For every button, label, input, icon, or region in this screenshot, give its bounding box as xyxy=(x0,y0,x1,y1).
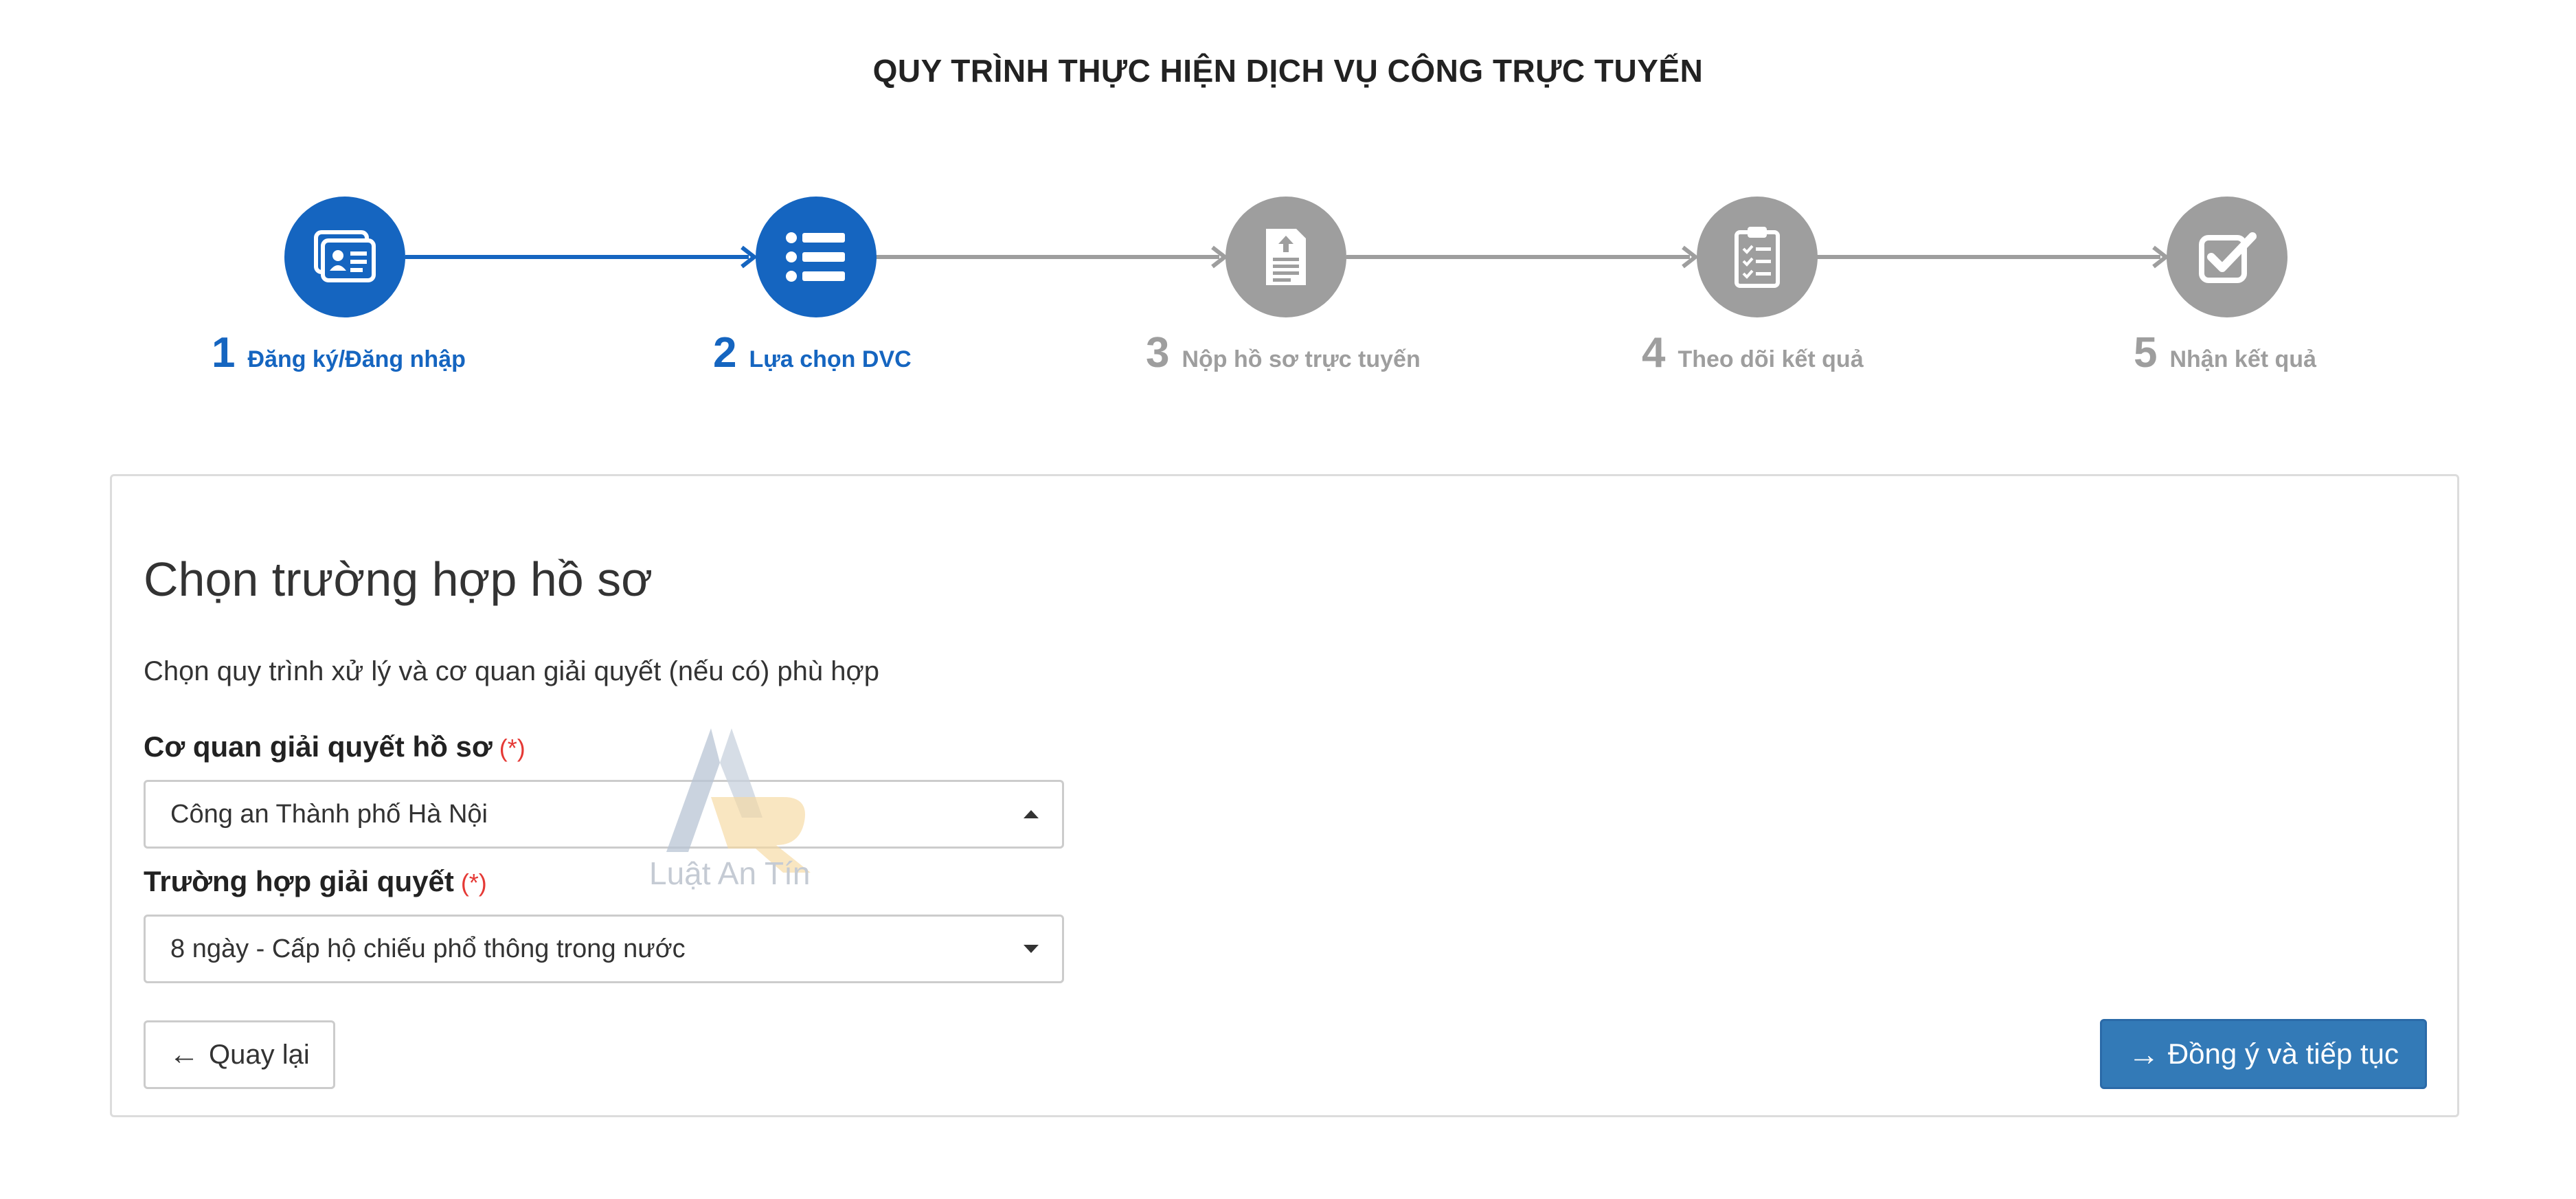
process-stepper: 1 Đăng ký/Đăng nhập 2 Lựa chọn DVC 3 Nộp… xyxy=(0,179,2576,385)
clipboard-checklist-icon xyxy=(1735,227,1780,288)
step-3-number: 3 xyxy=(1146,329,1170,377)
upload-document-icon xyxy=(1266,229,1306,285)
agency-label-text: Cơ quan giải quyết hồ sơ xyxy=(144,730,493,763)
caret-down-icon xyxy=(1024,945,1039,953)
list-icon xyxy=(786,232,845,282)
panel-heading: Chọn trường hợp hồ sơ xyxy=(144,552,653,606)
step-2-circle[interactable] xyxy=(756,197,877,317)
step-5-number: 5 xyxy=(2134,329,2158,377)
step-1-label[interactable]: 1 Đăng ký/Đăng nhập xyxy=(212,328,466,377)
step-4-label: 4 Theo dõi kết quả xyxy=(1642,328,1864,377)
arrow-left-icon: ← xyxy=(169,1038,199,1071)
step-5-label: 5 Nhận kết quả xyxy=(2134,328,2316,377)
agency-select[interactable]: Công an Thành phố Hà Nội xyxy=(144,780,1064,849)
step-5-text: Nhận kết quả xyxy=(2169,346,2316,372)
step-3-circle xyxy=(1225,197,1346,317)
step-1-text: Đăng ký/Đăng nhập xyxy=(247,346,466,372)
required-mark: (*) xyxy=(460,869,487,897)
watermark-text: Luật An Tín xyxy=(649,855,811,891)
case-selection-panel: Chọn trường hợp hồ sơ Chọn quy trình xử … xyxy=(110,474,2459,1117)
case-label-text: Trường hợp giải quyết xyxy=(144,865,454,897)
step-3-text: Nộp hồ sơ trực tuyến xyxy=(1182,346,1421,372)
step-4-text: Theo dõi kết quả xyxy=(1677,346,1864,372)
back-button-label: Quay lại xyxy=(209,1039,310,1070)
step-1-circle[interactable] xyxy=(284,197,405,317)
required-mark: (*) xyxy=(499,734,526,762)
page-title: QUY TRÌNH THỰC HIỆN DỊCH VỤ CÔNG TRỰC TU… xyxy=(872,53,1704,89)
step-5-circle xyxy=(2167,197,2287,317)
arrow-right-icon: → xyxy=(2127,1036,2160,1072)
agree-continue-button[interactable]: → Đồng ý và tiếp tục xyxy=(2099,1019,2427,1089)
step-4-number: 4 xyxy=(1642,329,1666,377)
back-button[interactable]: ← Quay lại xyxy=(144,1020,335,1089)
agree-continue-button-label: Đồng ý và tiếp tục xyxy=(2167,1038,2399,1070)
checkbox-icon xyxy=(2199,232,2257,283)
step-4-circle xyxy=(1697,197,1818,317)
step-2-number: 2 xyxy=(713,329,737,377)
step-1-number: 1 xyxy=(212,329,236,377)
step-2-label[interactable]: 2 Lựa chọn DVC xyxy=(713,328,912,377)
case-field-label: Trường hợp giải quyết (*) xyxy=(144,865,487,898)
case-select[interactable]: 8 ngày - Cấp hộ chiếu phổ thông trong nư… xyxy=(144,915,1064,983)
step-2-text: Lựa chọn DVC xyxy=(749,346,912,372)
step-3-label: 3 Nộp hồ sơ trực tuyến xyxy=(1146,328,1421,377)
case-select-value: 8 ngày - Cấp hộ chiếu phổ thông trong nư… xyxy=(170,934,686,963)
agency-select-value: Công an Thành phố Hà Nội xyxy=(170,799,488,829)
caret-up-icon xyxy=(1024,810,1039,818)
id-card-icon xyxy=(314,230,376,282)
agency-field-label: Cơ quan giải quyết hồ sơ (*) xyxy=(144,730,526,763)
panel-description: Chọn quy trình xử lý và cơ quan giải quy… xyxy=(144,656,879,686)
